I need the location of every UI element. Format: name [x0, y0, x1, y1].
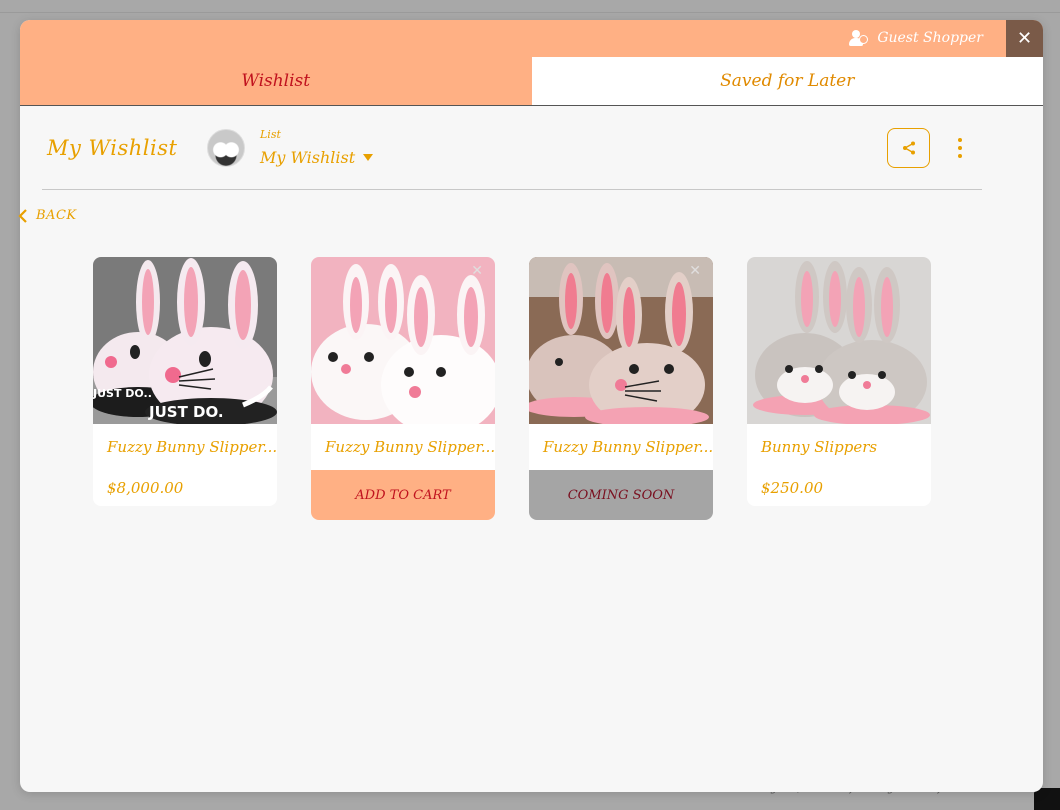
guest-shopper-label: Guest Shopper — [877, 30, 983, 46]
svg-text:JUST DO.: JUST DO. — [148, 403, 224, 421]
backdrop-chat-widget[interactable] — [1034, 788, 1060, 810]
share-icon — [902, 141, 915, 155]
product-name[interactable]: Fuzzy Bunny Slipper... — [93, 424, 277, 470]
list-selector[interactable]: My Wishlist — [260, 148, 374, 167]
remove-item-icon[interactable]: ✕ — [689, 263, 701, 279]
product-card[interactable]: ✕ Fuzzy Bunny Slipper... ADD TO CART — [311, 257, 495, 520]
coming-soon-button[interactable]: COMING SOON — [529, 470, 713, 520]
share-button[interactable] — [887, 128, 930, 168]
list-avatar — [207, 129, 245, 167]
more-dot — [958, 138, 962, 142]
product-image[interactable]: ✕ — [311, 257, 495, 424]
product-name[interactable]: Fuzzy Bunny Slipper... — [311, 424, 495, 470]
product-image[interactable]: JUST DO. JUST DO.. — [93, 257, 277, 424]
product-name[interactable]: Bunny Slippers — [747, 424, 931, 470]
product-price: $250.00 — [761, 479, 824, 497]
back-label: BACK — [36, 208, 77, 223]
product-name[interactable]: Fuzzy Bunny Slipper... — [529, 424, 713, 470]
more-options-button[interactable] — [950, 132, 970, 164]
svg-text:JUST DO..: JUST DO.. — [93, 387, 152, 400]
modal-topbar: Guest Shopper ✕ — [20, 20, 1043, 57]
list-label: List — [260, 128, 281, 141]
page-title: My Wishlist — [47, 136, 178, 160]
backdrop-divider — [0, 12, 1060, 13]
back-button[interactable]: BACK — [18, 208, 77, 223]
caret-down-icon — [363, 154, 374, 161]
product-price: $8,000.00 — [107, 479, 184, 497]
tab-wishlist[interactable]: Wishlist — [20, 57, 532, 105]
remove-item-icon[interactable]: ✕ — [471, 263, 483, 279]
tab-saved-for-later[interactable]: Saved for Later — [531, 57, 1043, 105]
list-selected-value: My Wishlist — [260, 148, 356, 167]
product-card[interactable]: ✕ Fuzzy Bunny Slipper... COMING SOON — [529, 257, 713, 520]
more-dot — [958, 154, 962, 158]
chevron-left-icon — [18, 208, 27, 223]
wishlist-header: My Wishlist List My Wishlist — [42, 128, 982, 190]
more-dot — [958, 146, 962, 150]
product-image[interactable] — [747, 257, 931, 424]
tab-bar: Wishlist Saved for Later — [20, 57, 1043, 106]
product-image[interactable]: ✕ — [529, 257, 713, 424]
add-to-cart-button[interactable]: ADD TO CART — [311, 470, 495, 520]
close-icon: ✕ — [1016, 28, 1033, 49]
user-icon — [849, 29, 869, 47]
close-button[interactable]: ✕ — [1006, 20, 1043, 57]
product-card[interactable]: Bunny Slippers $250.00 — [747, 257, 931, 506]
guest-shopper[interactable]: Guest Shopper — [849, 29, 983, 47]
product-card[interactable]: JUST DO. JUST DO.. Fuzzy Bunny Slipper..… — [93, 257, 277, 506]
